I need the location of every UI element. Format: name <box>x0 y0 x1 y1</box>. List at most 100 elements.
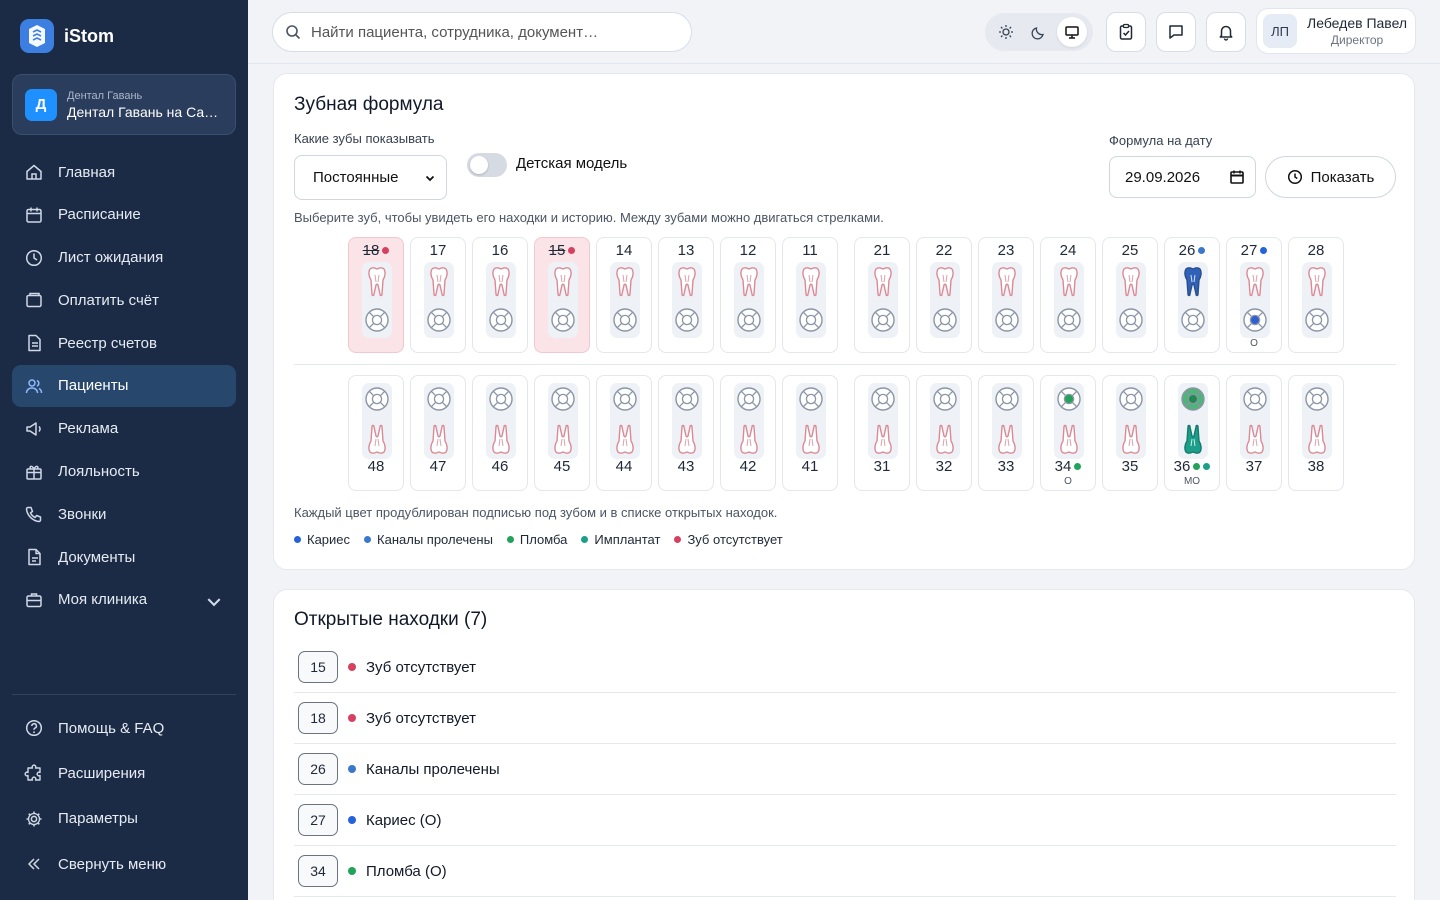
sidebar-item-puzzle[interactable]: Расширения <box>12 751 236 796</box>
tooth-icon <box>554 267 572 297</box>
finding-row[interactable]: 26 Каналы пролечены <box>294 744 1396 795</box>
sidebar-item-clock[interactable]: Лист ожидания <box>12 237 236 279</box>
sidebar-item-wallet[interactable]: Оплатить счёт <box>12 279 236 321</box>
user-menu[interactable]: ЛП Лебедев Павел Директор <box>1256 8 1416 54</box>
tooth-28[interactable]: 28 <box>1288 237 1344 353</box>
sidebar-item-briefcase[interactable]: Моя клиника <box>12 579 236 621</box>
tooth-surface-diagram <box>551 387 575 411</box>
tooth-25[interactable]: 25 <box>1102 237 1158 353</box>
tooth-image <box>424 383 454 459</box>
tooth-icon <box>998 267 1016 297</box>
search-box[interactable] <box>272 12 692 52</box>
finding-row[interactable]: 34 Пломба (О) <box>294 846 1396 897</box>
formula-date-input[interactable]: 29.09.2026 <box>1109 156 1256 198</box>
sidebar-item-document[interactable]: Реестр счетов <box>12 322 236 364</box>
tooth-icon <box>430 267 448 297</box>
sidebar-item-collapse[interactable]: Свернуть меню <box>12 842 236 887</box>
tooth-24[interactable]: 24 <box>1040 237 1096 353</box>
tooth-13[interactable]: 13 <box>658 237 714 353</box>
tooth-17[interactable]: 17 <box>410 237 466 353</box>
sun-icon[interactable] <box>991 17 1021 47</box>
tooth-12[interactable]: 12 <box>720 237 776 353</box>
child-model-toggle[interactable] <box>467 153 507 177</box>
tooth-21[interactable]: 21 <box>854 237 910 353</box>
tooth-36[interactable]: 36 МО <box>1164 375 1220 491</box>
tooth-22[interactable]: 22 <box>916 237 972 353</box>
tooth-11[interactable]: 11 <box>782 237 838 353</box>
calendar-icon[interactable] <box>1229 169 1245 185</box>
sidebar-item-users[interactable]: Пациенты <box>12 364 236 407</box>
sidebar-item-calendar[interactable]: Расписание <box>12 194 236 236</box>
teeth-type-select[interactable]: Постоянные <box>294 155 447 200</box>
finding-tooth-badge[interactable]: 18 <box>298 702 338 734</box>
finding-tooth-badge[interactable]: 34 <box>298 855 338 887</box>
legend-item: Кариес <box>294 532 350 547</box>
sidebar-item-gift[interactable]: Лояльность <box>12 451 236 493</box>
sidebar-item-gear[interactable]: Параметры <box>12 797 236 842</box>
tooth-number: 24 <box>1059 242 1077 259</box>
legend: Кариес Каналы пролечены Пломба Имплантат Зуб… <box>294 532 783 547</box>
finding-tooth-badge[interactable]: 27 <box>298 804 338 836</box>
tooth-14[interactable]: 14 <box>596 237 652 353</box>
tooth-image <box>362 262 392 338</box>
tooth-33[interactable]: 33 <box>978 375 1034 491</box>
notifications-button[interactable] <box>1206 12 1246 52</box>
tasks-button[interactable] <box>1106 12 1146 52</box>
clinic-switcher[interactable]: Д Дентал Гавань Дентал Гавань на Са… <box>12 74 236 135</box>
monitor-icon[interactable] <box>1057 17 1088 47</box>
chevron-down-icon[interactable] <box>204 592 224 612</box>
briefcase-icon <box>26 593 42 608</box>
tooth-root-icon <box>554 424 572 454</box>
finding-row[interactable]: 15 Зуб отсутствует <box>294 642 1396 693</box>
legend-dot <box>674 536 682 543</box>
formula-hint: Выберите зуб, чтобы увидеть его находки … <box>294 210 884 225</box>
tooth-27[interactable]: 27 О <box>1226 237 1282 353</box>
tooth-43[interactable]: 43 <box>658 375 714 491</box>
tooth-number: 11 <box>802 242 818 259</box>
tooth-44[interactable]: 44 <box>596 375 652 491</box>
messages-button[interactable] <box>1156 12 1196 52</box>
finding-tooth-badge[interactable]: 15 <box>298 651 338 683</box>
legend-item: Пломба <box>506 532 567 547</box>
moon-icon[interactable] <box>1024 17 1054 47</box>
tooth-48[interactable]: 48 <box>348 375 404 491</box>
tooth-46[interactable]: 46 <box>472 375 528 491</box>
tooth-47[interactable]: 47 <box>410 375 466 491</box>
finding-row[interactable]: 27 Кариес (О) <box>294 795 1396 846</box>
tooth-image <box>734 262 764 338</box>
tooth-18[interactable]: 18 <box>348 237 404 353</box>
tooth-16[interactable]: 16 <box>472 237 528 353</box>
tooth-image <box>548 383 578 459</box>
finding-text: Каналы пролечены <box>366 760 500 778</box>
sidebar-item-megaphone[interactable]: Реклама <box>12 408 236 450</box>
tooth-surface-diagram <box>1243 387 1267 411</box>
sidebar-item-file[interactable]: Документы <box>12 536 236 578</box>
tooth-image <box>486 383 516 459</box>
tooth-31[interactable]: 31 <box>854 375 910 491</box>
tooth-45[interactable]: 45 <box>534 375 590 491</box>
tooth-15[interactable]: 15 <box>534 237 590 353</box>
puzzle-icon <box>24 764 41 781</box>
gear-icon <box>26 811 42 827</box>
finding-row[interactable]: 18 Зуб отсутствует <box>294 693 1396 744</box>
finding-tooth-badge[interactable]: 26 <box>298 753 338 785</box>
tooth-38[interactable]: 38 <box>1288 375 1344 491</box>
tooth-34[interactable]: 34 О <box>1040 375 1096 491</box>
tooth-23[interactable]: 23 <box>978 237 1034 353</box>
sidebar-item-phone[interactable]: Звонки <box>12 493 236 535</box>
show-formula-button[interactable]: Показать <box>1265 156 1396 198</box>
tooth-35[interactable]: 35 <box>1102 375 1158 491</box>
sidebar-item-help[interactable]: Помощь & FAQ <box>12 706 236 751</box>
topbar: ЛП Лебедев Павел Директор <box>248 0 1440 64</box>
app-logo[interactable]: iStom <box>20 19 114 53</box>
document-icon <box>28 334 41 352</box>
tooth-37[interactable]: 37 <box>1226 375 1282 491</box>
tooth-26[interactable]: 26 <box>1164 237 1220 353</box>
search-input[interactable] <box>311 23 681 41</box>
tooth-41[interactable]: 41 <box>782 375 838 491</box>
finding-text: Зуб отсутствует <box>366 709 476 727</box>
tooth-42[interactable]: 42 <box>720 375 776 491</box>
tooth-32[interactable]: 32 <box>916 375 972 491</box>
sidebar-item-home[interactable]: Главная <box>12 151 236 193</box>
tooth-image <box>1116 262 1146 338</box>
